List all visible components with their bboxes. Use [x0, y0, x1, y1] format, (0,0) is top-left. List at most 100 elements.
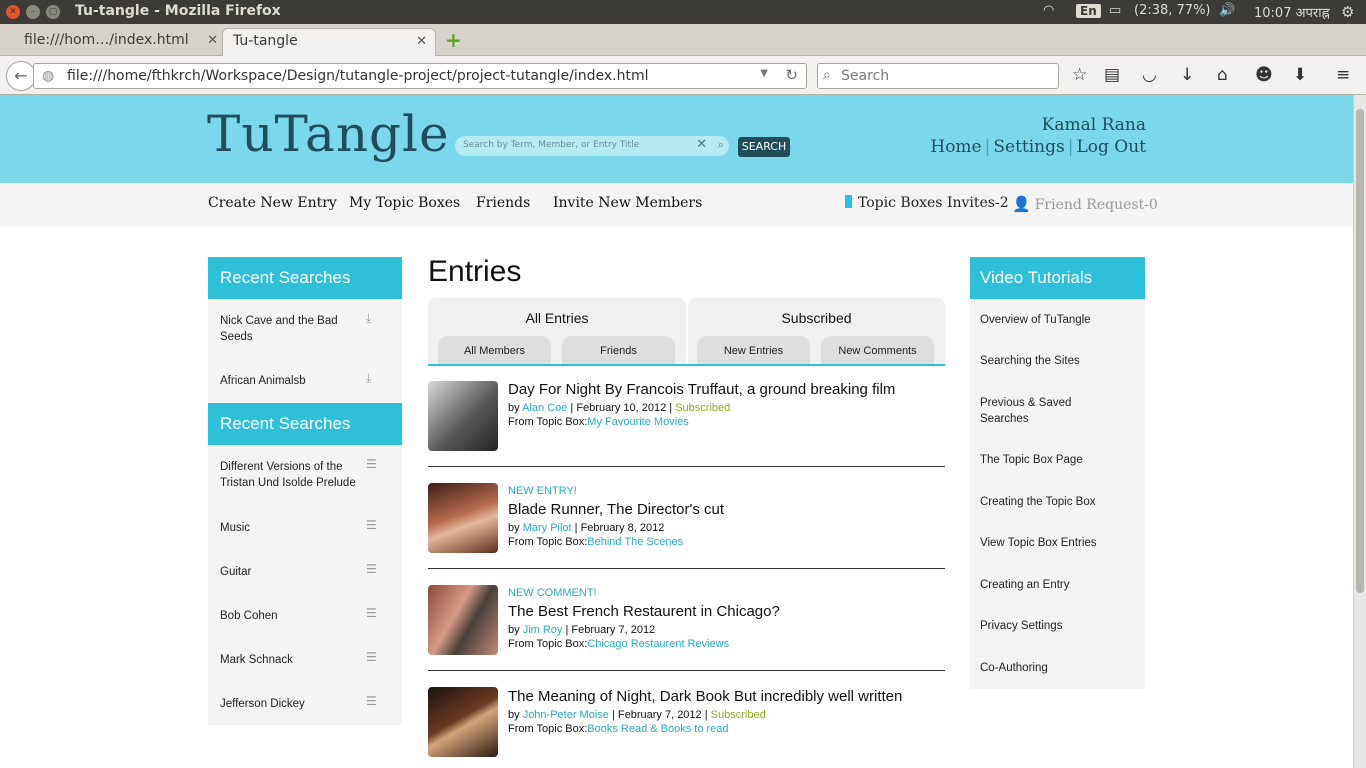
scrollbar-thumb[interactable]	[1356, 109, 1364, 593]
browser-search-input[interactable]: ⌕ Search	[817, 63, 1059, 89]
tutorial-link[interactable]: Creating the Topic Box	[980, 494, 1130, 510]
page-scrollbar[interactable]	[1353, 95, 1366, 768]
tutorial-link[interactable]: Co-Authoring	[980, 660, 1130, 676]
tab-all-members[interactable]: All Members	[438, 336, 551, 364]
clear-icon[interactable]: ✕	[696, 137, 707, 152]
hello-chat-icon[interactable]: ☻	[1255, 65, 1273, 85]
home-icon[interactable]: ⌂	[1217, 65, 1228, 85]
search-button[interactable]: SEARCH	[738, 137, 790, 157]
new-tab-plus-icon[interactable]: +	[445, 30, 462, 50]
tab-all-entries[interactable]: All Entries	[428, 310, 686, 326]
entry-author-link[interactable]: Alan Coe	[522, 402, 567, 414]
tutorial-link[interactable]: The Topic Box Page	[980, 452, 1130, 468]
entry-title[interactable]: Blade Runner, The Director's cut	[508, 501, 945, 519]
search-icon[interactable]: ⌕	[718, 138, 724, 152]
keyboard-language-indicator[interactable]: En	[1076, 4, 1101, 18]
recent-search-item[interactable]: Nick Cave and the Bad Seeds	[220, 313, 370, 345]
nav-friends[interactable]: Friends	[476, 195, 530, 211]
settings-gear-icon[interactable]: ⚙	[1341, 3, 1354, 21]
topic-box-invites[interactable]: Topic Boxes Invites-2	[845, 195, 1009, 211]
recent-search-item[interactable]: Mark Schnack	[220, 652, 370, 668]
drag-handle-icon[interactable]: ☰	[366, 606, 377, 620]
tutorial-link[interactable]: Creating an Entry	[980, 577, 1130, 593]
entry-date: February 8, 2012	[580, 522, 665, 534]
drag-handle-icon[interactable]: ☰	[366, 694, 377, 708]
tab-close-icon[interactable]: ✕	[416, 34, 427, 49]
entry-author-link[interactable]: Jim Roy	[523, 624, 563, 636]
tab-subscribed[interactable]: Subscribed	[688, 310, 945, 326]
recent-search-item[interactable]: Bob Cohen	[220, 608, 370, 624]
nav-my-topic-boxes[interactable]: My Topic Boxes	[349, 195, 460, 211]
nav-create-new-entry[interactable]: Create New Entry	[208, 195, 337, 211]
back-arrow-icon: ←	[14, 66, 28, 85]
tab-new-comments[interactable]: New Comments	[821, 336, 934, 364]
tutorial-link[interactable]: Overview of TuTangle	[980, 312, 1130, 328]
browser-tab-2[interactable]: Tu-tangle ✕	[222, 28, 436, 56]
window-minimize-button[interactable]: –	[26, 5, 40, 19]
tutorial-link[interactable]: Searching the Sites	[980, 353, 1130, 369]
window-maximize-button[interactable]: ▢	[46, 5, 60, 19]
topic-box-link[interactable]: Books Read & Books to read	[587, 723, 728, 735]
download-arrow-icon[interactable]: ↓	[1180, 65, 1194, 85]
drag-handle-icon[interactable]: ☰	[366, 650, 377, 664]
drag-handle-icon[interactable]: ☰	[366, 562, 377, 576]
window-title: Tu-tangle - Mozilla Firefox	[75, 3, 281, 19]
url-dropdown-icon[interactable]: ▼	[760, 68, 768, 79]
site-logo[interactable]: TuTangle	[207, 105, 450, 163]
topic-box-link[interactable]: Chicago Restaurent Reviews	[587, 638, 729, 650]
browser-tab-1[interactable]: file:///hom…/index.html ✕	[14, 28, 226, 56]
entry-title[interactable]: The Meaning of Night, Dark Book But incr…	[508, 688, 945, 706]
reload-icon[interactable]: ↻	[785, 66, 798, 84]
settings-link[interactable]: Settings	[993, 137, 1064, 157]
tab-friends[interactable]: Friends	[562, 336, 675, 364]
topic-box-invites-label: Topic Boxes Invites-2	[858, 195, 1009, 211]
clock[interactable]: 10:07 अपराह्न	[1254, 3, 1330, 21]
link-separator: |	[1067, 137, 1074, 157]
bookmark-star-icon[interactable]: ☆	[1072, 65, 1087, 85]
site-search-input[interactable]: Search by Term, Member, or Entry Title ✕…	[455, 136, 729, 156]
recent-search-item[interactable]: Guitar	[220, 564, 370, 580]
menu-hamburger-icon[interactable]: ≡	[1336, 65, 1350, 85]
search-icon: ⌕	[823, 67, 831, 83]
back-button[interactable]: ←	[6, 61, 36, 91]
tab-new-entries[interactable]: New Entries	[697, 336, 810, 364]
entry-author-link[interactable]: Mary Pilot	[523, 522, 572, 534]
entry-thumbnail[interactable]	[428, 585, 498, 655]
recent-search-item[interactable]: Music	[220, 520, 370, 536]
downloads-icon[interactable]: ⬇	[1293, 65, 1307, 85]
recent-search-item[interactable]: Jefferson Dickey	[220, 696, 370, 712]
tutorial-link[interactable]: Privacy Settings	[980, 618, 1130, 634]
drag-handle-icon[interactable]: ☰	[366, 518, 377, 532]
entry-title[interactable]: Day For Night By Francois Truffaut, a gr…	[508, 381, 945, 399]
logout-link[interactable]: Log Out	[1076, 137, 1146, 157]
friend-requests[interactable]: 👤 Friend Request-0	[1012, 195, 1158, 213]
download-icon[interactable]: ⤓	[366, 371, 371, 386]
battery-status[interactable]: (2:38, 77%)	[1134, 3, 1211, 18]
window-close-button[interactable]: ✕	[6, 5, 20, 19]
topic-box-link[interactable]: Behind The Scenes	[587, 536, 683, 548]
pocket-icon[interactable]: ◡	[1142, 65, 1157, 85]
tab-close-icon[interactable]: ✕	[207, 33, 218, 48]
tutorial-link[interactable]: View Topic Box Entries	[980, 535, 1130, 551]
volume-icon[interactable]: 🔊	[1219, 3, 1235, 18]
recent-search-item[interactable]: African Animalsb	[220, 373, 370, 389]
divider	[428, 466, 945, 467]
entry-topic: From Topic Box:Books Read & Books to rea…	[508, 723, 729, 735]
entry-thumbnail[interactable]	[428, 381, 498, 451]
recent-search-item[interactable]: Different Versions of the Tristan Und Is…	[220, 459, 370, 491]
url-bar[interactable]: ◍ file:///home/fthkrch/Workspace/Design/…	[33, 63, 807, 89]
download-icon[interactable]: ⤓	[366, 311, 371, 326]
nav-invite-new-members[interactable]: Invite New Members	[553, 195, 702, 211]
wifi-icon[interactable]: ◠	[1043, 3, 1054, 18]
drag-handle-icon[interactable]: ☰	[366, 457, 377, 471]
entry-thumbnail[interactable]	[428, 483, 498, 553]
home-link[interactable]: Home	[930, 137, 981, 157]
tutorial-link[interactable]: Previous & Saved Searches	[980, 395, 1100, 427]
topic-box-link[interactable]: My Favourite Movies	[587, 416, 688, 428]
entry-author-link[interactable]: John-Peter Moise	[523, 709, 609, 721]
link-separator: |	[984, 137, 991, 157]
entry-title[interactable]: The Best French Restaurent in Chicago?	[508, 603, 945, 621]
entry-thumbnail[interactable]	[428, 687, 498, 757]
battery-icon[interactable]: ▭	[1109, 3, 1121, 18]
reading-list-icon[interactable]: ▤	[1104, 65, 1120, 85]
